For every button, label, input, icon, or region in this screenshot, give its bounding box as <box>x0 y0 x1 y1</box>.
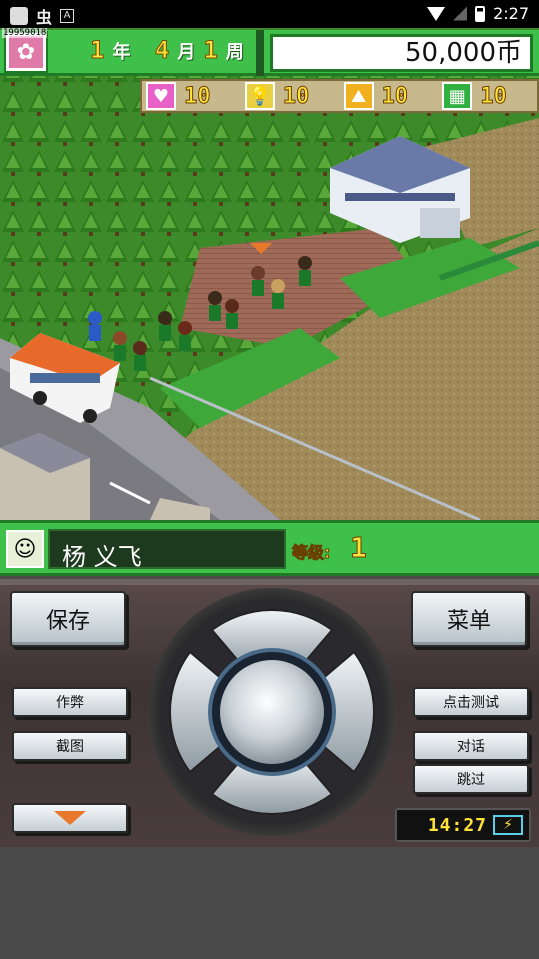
character-bar: ☺ 杨 义飞 等级: 1 <box>0 520 539 576</box>
week-number: 1 <box>203 36 220 65</box>
stat-heart: ♥ 10 <box>146 82 241 110</box>
level-label: 等级: <box>291 543 331 563</box>
a-badge-icon: A <box>60 9 75 23</box>
stat-value: 10 <box>282 83 310 109</box>
stat-hill: ⛰ 10 <box>343 82 439 110</box>
stat-field: ▦ 10 <box>442 82 537 110</box>
hill-icon: ⛰ <box>343 82 374 110</box>
bottom-empty-area <box>0 847 539 959</box>
character-name-box: 杨 义飞 <box>48 529 286 571</box>
stat-bulb: 💡 10 <box>244 82 340 110</box>
wifi-icon <box>427 6 446 21</box>
game-screen: 虫 A 2:27 19959018 ✿ 1 年 4 月 1 周 50,000币 … <box>0 0 539 959</box>
status-time: 2:27 <box>493 4 529 23</box>
bulb-icon: 💡 <box>244 82 275 110</box>
no-signal-icon <box>453 6 468 21</box>
hud-separator <box>256 30 264 76</box>
save-button[interactable]: 保存 <box>10 591 126 647</box>
stats-bar: ♥ 10 💡 10 ⛰ 10 ▦ 10 <box>140 79 539 113</box>
click-test-button[interactable]: 点击测试 <box>413 687 529 717</box>
status-bar: 虫 A 2:27 <box>0 0 539 28</box>
notification-icon <box>10 7 28 25</box>
year-label: 年 <box>112 42 133 63</box>
debug-id: 19959018 <box>2 28 48 38</box>
battery-icon <box>475 5 486 22</box>
level-value: 1 <box>350 531 368 565</box>
year-number: 1 <box>89 36 107 65</box>
top-hud: ✿ 1年 4月1周 50,000币 <box>0 30 539 76</box>
field-icon: ▦ <box>442 82 473 110</box>
stat-value: 10 <box>184 83 211 109</box>
skip-button[interactable]: 跳过 <box>413 764 529 794</box>
down-arrow-icon <box>54 811 86 825</box>
heart-icon: ♥ <box>146 82 176 110</box>
cheat-button[interactable]: 作弊 <box>12 687 128 717</box>
game-clock: 14:27 ⚡ <box>395 808 531 842</box>
clock-time: 14:27 <box>427 814 487 836</box>
screenshot-button[interactable]: 截图 <box>12 731 128 761</box>
dialog-button[interactable]: 对话 <box>413 731 529 761</box>
battery-charging-icon: ⚡ <box>493 815 523 835</box>
character-name: 杨 义飞 <box>62 543 142 571</box>
stat-value: 10 <box>480 83 507 109</box>
month-number: 4 <box>154 36 172 65</box>
flower-icon[interactable]: ✿ <box>6 33 46 71</box>
month-label: 月 <box>177 42 198 63</box>
stat-value: 10 <box>381 83 408 109</box>
date-display: 1年 4月1周 <box>89 36 252 65</box>
avatar[interactable]: ☺ <box>6 530 44 568</box>
dpad-center-button <box>220 660 324 764</box>
menu-button[interactable]: 菜单 <box>411 591 527 647</box>
money-display: 50,000币 <box>270 34 533 72</box>
scroll-down-button[interactable] <box>12 803 128 833</box>
bug-icon: 虫 <box>36 8 53 27</box>
week-label: 周 <box>225 42 246 63</box>
dpad[interactable] <box>146 586 398 838</box>
